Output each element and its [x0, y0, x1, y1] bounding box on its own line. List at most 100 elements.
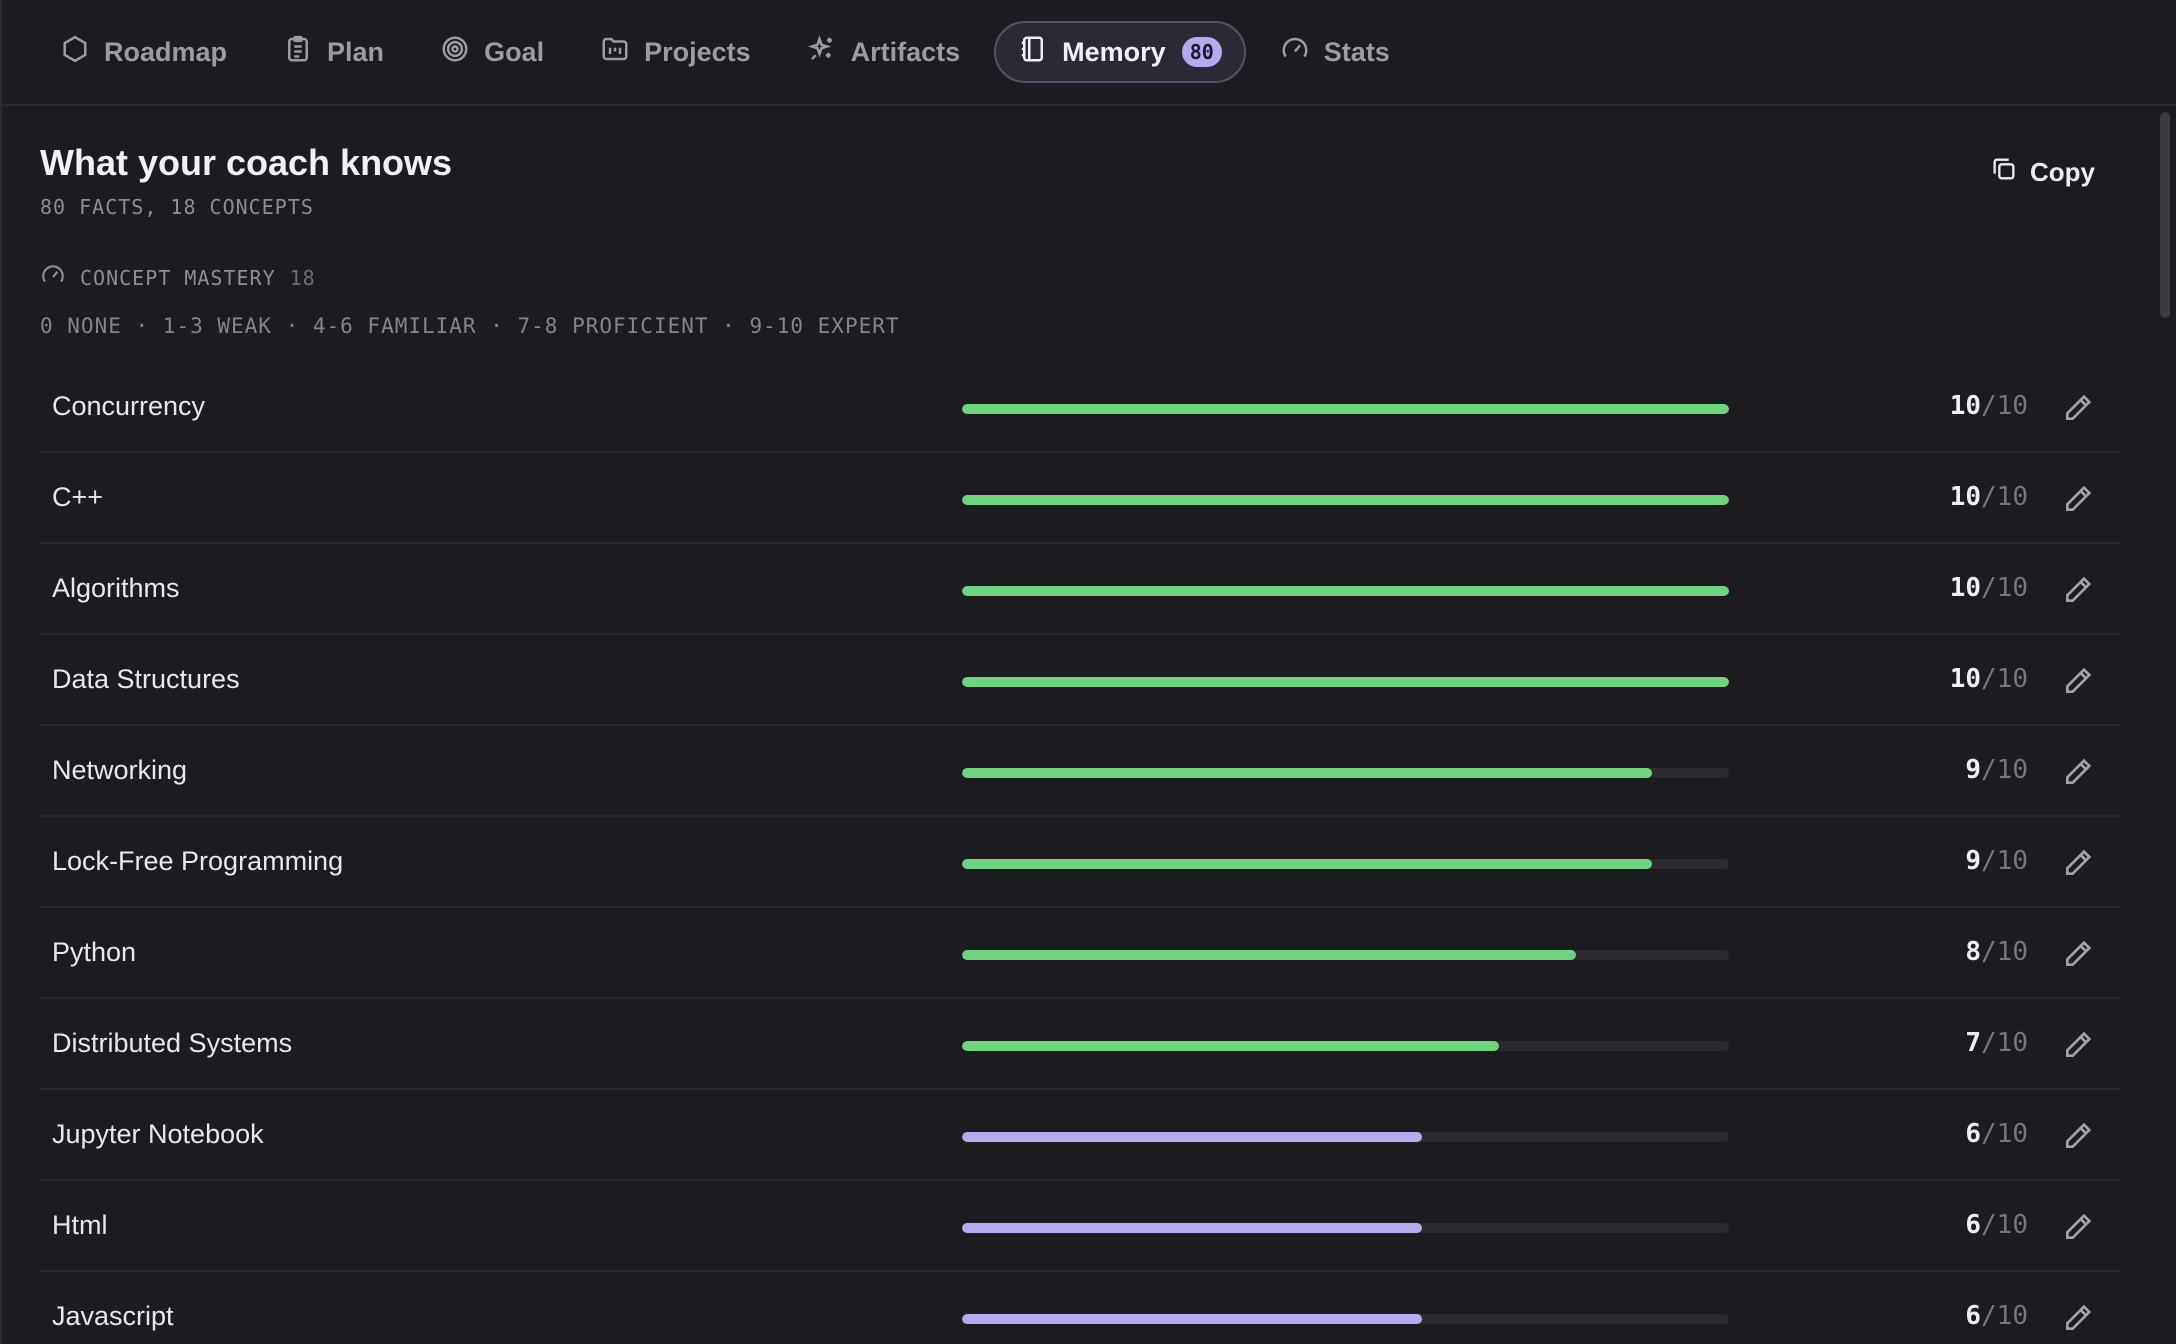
- tab-label: Plan: [327, 36, 385, 67]
- tab-memory[interactable]: Memory 80: [994, 21, 1246, 83]
- concept-name: Data Structures: [52, 664, 240, 694]
- gauge-icon: [1280, 34, 1310, 71]
- mastery-score: 6/10: [1965, 1181, 2028, 1270]
- score-value: 10: [1949, 664, 1982, 694]
- mastery-score: 8/10: [1965, 908, 2028, 997]
- concept-name: Distributed Systems: [52, 1028, 293, 1058]
- concept-list: Concurrency 10/10 C++ 10/10 Algorithms 10/10 D…: [40, 362, 2120, 1344]
- tab-projects[interactable]: Projects: [578, 21, 773, 83]
- copy-icon: [1990, 155, 2018, 190]
- mastery-score: 10/10: [1950, 362, 2028, 451]
- mastery-bar: [962, 950, 1729, 960]
- hexagon-icon: [60, 34, 90, 71]
- app-root: Roadmap Plan Goal Projects Artifacts Mem…: [0, 0, 2176, 1344]
- concept-name: Html: [52, 1210, 108, 1240]
- tab-label: Projects: [644, 36, 751, 67]
- score-max: /10: [1981, 1210, 2028, 1240]
- concept-row: Algorithms 10/10: [40, 544, 2120, 635]
- tab-plan[interactable]: Plan: [261, 21, 406, 83]
- scrollbar-thumb[interactable]: [2160, 112, 2170, 318]
- edit-button[interactable]: [2062, 938, 2094, 970]
- pencil-icon: [2062, 1213, 2094, 1247]
- mastery-bar-fill: [962, 950, 1576, 960]
- memory-count-badge: 80: [1181, 37, 1222, 67]
- section-title: CONCEPT MASTERY: [80, 265, 276, 290]
- edit-button[interactable]: [2062, 1211, 2094, 1243]
- mastery-bar: [962, 586, 1729, 596]
- score-value: 6: [1965, 1301, 1982, 1331]
- mastery-bar: [962, 1041, 1729, 1051]
- mastery-bar: [962, 1314, 1729, 1324]
- concept-name: Javascript: [52, 1301, 174, 1331]
- sparkles-icon: [807, 34, 837, 71]
- mastery-bar-fill: [962, 859, 1653, 869]
- tab-stats[interactable]: Stats: [1258, 21, 1412, 83]
- mastery-score: 6/10: [1965, 1090, 2028, 1179]
- memory-panel: What your coach knows 80 FACTS, 18 CONCE…: [40, 106, 2120, 1344]
- edit-button[interactable]: [2062, 483, 2094, 515]
- mastery-bar: [962, 1132, 1729, 1142]
- tab-goal[interactable]: Goal: [418, 21, 566, 83]
- tab-roadmap[interactable]: Roadmap: [38, 21, 249, 83]
- edit-button[interactable]: [2062, 665, 2094, 697]
- tab-label: Memory: [1062, 36, 1166, 67]
- edit-button[interactable]: [2062, 1120, 2094, 1152]
- concept-row: Html 6/10: [40, 1181, 2120, 1272]
- page-subtitle: 80 FACTS, 18 CONCEPTS: [40, 195, 314, 219]
- gauge-icon: [40, 262, 66, 293]
- concept-name: Networking: [52, 755, 188, 785]
- score-max: /10: [1981, 755, 2028, 785]
- mastery-score: 9/10: [1965, 817, 2028, 906]
- mastery-bar-fill: [962, 404, 1729, 414]
- concept-row: C++ 10/10: [40, 453, 2120, 544]
- pencil-icon: [2062, 1031, 2094, 1065]
- concept-name: Python: [52, 937, 137, 967]
- clipboard-icon: [283, 34, 313, 71]
- edit-button[interactable]: [2062, 392, 2094, 424]
- concept-mastery-header: CONCEPT MASTERY 18: [40, 262, 316, 293]
- score-max: /10: [1981, 1301, 2028, 1331]
- concept-row: Data Structures 10/10: [40, 635, 2120, 726]
- pencil-icon: [2062, 849, 2094, 883]
- mastery-bar: [962, 768, 1729, 778]
- concept-name: Algorithms: [52, 573, 180, 603]
- tab-label: Artifacts: [850, 36, 961, 67]
- pencil-icon: [2062, 1122, 2094, 1156]
- mastery-bar: [962, 677, 1729, 687]
- edit-button[interactable]: [2062, 574, 2094, 606]
- folder-icon: [600, 34, 630, 71]
- edit-button[interactable]: [2062, 756, 2094, 788]
- pencil-icon: [2062, 667, 2094, 701]
- mastery-bar: [962, 1223, 1729, 1233]
- score-value: 6: [1965, 1119, 1982, 1149]
- mastery-bar-fill: [962, 1041, 1499, 1051]
- pencil-icon: [2062, 576, 2094, 610]
- tab-label: Stats: [1323, 36, 1390, 67]
- section-count: 18: [289, 265, 316, 290]
- concept-name: C++: [52, 482, 104, 512]
- mastery-bar-fill: [962, 1223, 1423, 1233]
- mastery-bar: [962, 859, 1729, 869]
- score-value: 8: [1965, 937, 1982, 967]
- mastery-score: 7/10: [1965, 999, 2028, 1088]
- edit-button[interactable]: [2062, 1029, 2094, 1061]
- score-max: /10: [1981, 937, 2028, 967]
- edit-button[interactable]: [2062, 1302, 2094, 1334]
- score-max: /10: [1981, 846, 2028, 876]
- edit-button[interactable]: [2062, 847, 2094, 879]
- pencil-icon: [2062, 394, 2094, 428]
- mastery-bar-fill: [962, 1314, 1423, 1324]
- target-icon: [440, 34, 470, 71]
- score-max: /10: [1981, 1028, 2028, 1058]
- concept-row: Distributed Systems 7/10: [40, 999, 2120, 1090]
- copy-button[interactable]: Copy: [1990, 150, 2120, 194]
- tab-artifacts[interactable]: Artifacts: [785, 21, 983, 83]
- mastery-score: 10/10: [1950, 453, 2028, 542]
- notebook-icon: [1018, 34, 1048, 71]
- score-max: /10: [1981, 1119, 2028, 1149]
- concept-row: Javascript 6/10: [40, 1272, 2120, 1344]
- score-max: /10: [1981, 573, 2028, 603]
- mastery-score: 6/10: [1965, 1272, 2028, 1344]
- score-value: 10: [1949, 573, 1982, 603]
- concept-row: Lock-Free Programming 9/10: [40, 817, 2120, 908]
